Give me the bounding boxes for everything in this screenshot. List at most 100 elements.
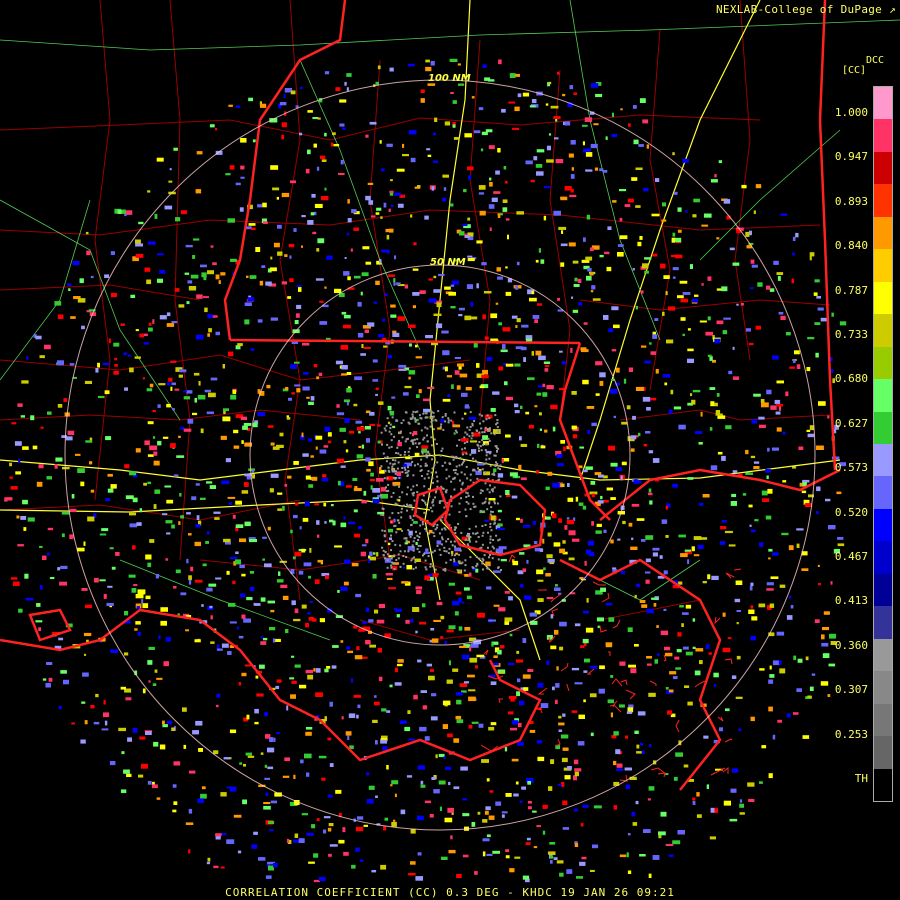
echo-bin xyxy=(110,292,117,298)
echo-bin xyxy=(539,428,542,431)
echo-bin xyxy=(357,426,365,431)
echo-bin xyxy=(672,232,676,237)
echo-bin xyxy=(453,137,460,140)
echo-bin xyxy=(571,167,574,171)
inner-ring-label: 50 NM xyxy=(430,257,466,268)
echo-bin xyxy=(39,355,45,359)
echo-bin xyxy=(305,475,311,480)
echo-bin xyxy=(494,445,497,448)
echo-bin xyxy=(196,294,203,299)
echo-bin xyxy=(583,699,586,703)
echo-bin xyxy=(321,196,329,201)
radar-map[interactable] xyxy=(0,0,900,900)
echo-bin xyxy=(776,403,783,407)
echo-bin xyxy=(337,480,341,486)
scale-swatch xyxy=(874,346,892,380)
echo-bin xyxy=(766,389,772,395)
echo-bin xyxy=(793,712,799,715)
echo-bin xyxy=(341,716,344,720)
echo-bin xyxy=(663,608,667,611)
echo-bin xyxy=(445,550,448,553)
echo-bin xyxy=(610,462,618,467)
echo-bin xyxy=(637,241,642,247)
echo-bin xyxy=(505,434,511,438)
echo-bin xyxy=(389,411,392,414)
echo-bin xyxy=(25,597,34,601)
echo-bin xyxy=(166,720,173,725)
echo-bin xyxy=(387,483,390,486)
echo-bin xyxy=(273,737,276,742)
echo-bin xyxy=(683,764,689,768)
echo-bin xyxy=(543,186,551,189)
echo-bin xyxy=(233,814,242,818)
echo-bin xyxy=(410,504,413,507)
echo-bin xyxy=(745,231,750,237)
echo-bin xyxy=(655,178,660,182)
echo-bin xyxy=(673,776,678,781)
echo-bin xyxy=(145,730,152,735)
echo-bin xyxy=(456,456,459,459)
echo-bin xyxy=(328,853,332,857)
echo-bin xyxy=(180,426,185,430)
echo-bin xyxy=(460,531,463,534)
echo-bin xyxy=(753,210,756,214)
echo-bin xyxy=(396,168,405,172)
echo-bin xyxy=(648,873,652,878)
external-link-icon[interactable]: ↗ xyxy=(889,3,896,16)
echo-bin xyxy=(339,99,347,103)
echo-bin xyxy=(296,304,302,309)
echo-bin xyxy=(277,492,283,495)
echo-bin xyxy=(792,466,797,469)
echo-bin xyxy=(333,144,340,147)
echo-bin xyxy=(516,318,521,323)
echo-bin xyxy=(299,684,307,689)
echo-bin xyxy=(418,389,422,394)
echo-bin xyxy=(113,370,119,375)
echo-bin xyxy=(489,227,492,231)
echo-bin xyxy=(662,202,666,207)
echo-bin xyxy=(716,320,724,325)
echo-bin xyxy=(393,554,396,557)
echo-bin xyxy=(286,838,290,843)
echo-bin xyxy=(690,393,693,397)
echo-bin xyxy=(558,387,565,391)
echo-bin xyxy=(436,601,443,606)
echo-bin xyxy=(284,484,288,487)
echo-bin xyxy=(332,520,336,526)
echo-bin xyxy=(257,412,266,417)
echo-bin xyxy=(403,550,406,553)
echo-bin xyxy=(525,411,530,415)
echo-bin xyxy=(771,447,779,451)
echo-bin xyxy=(454,526,457,529)
echo-bin xyxy=(526,559,529,564)
echo-bin xyxy=(509,73,516,78)
echo-bin xyxy=(599,254,604,258)
echo-bin xyxy=(493,604,500,607)
echo-bin xyxy=(583,148,591,153)
echo-bin xyxy=(692,646,696,649)
echo-bin xyxy=(516,211,524,215)
scale-tick-label: 0.840 xyxy=(834,239,868,253)
echo-bin xyxy=(445,766,452,770)
echo-bin xyxy=(411,413,414,416)
echo-bin xyxy=(532,810,537,813)
echo-bin xyxy=(260,636,264,639)
county-line xyxy=(369,59,391,561)
product-units: [CC] xyxy=(842,65,867,76)
echo-bin xyxy=(343,399,350,403)
echo-bin xyxy=(136,606,140,610)
echo-bin xyxy=(721,520,727,523)
echo-bin xyxy=(264,777,271,780)
echo-bin xyxy=(670,389,674,395)
echo-bin xyxy=(212,262,217,266)
echo-bin xyxy=(207,857,211,862)
echo-bin xyxy=(422,554,424,557)
echo-bin xyxy=(505,849,510,853)
echo-bin xyxy=(473,342,478,348)
echo-bin xyxy=(540,703,549,708)
echo-bin xyxy=(258,857,266,861)
echo-bin xyxy=(469,440,478,443)
echo-bin xyxy=(700,411,703,417)
echo-bin xyxy=(426,440,429,443)
echo-bin xyxy=(77,468,85,473)
